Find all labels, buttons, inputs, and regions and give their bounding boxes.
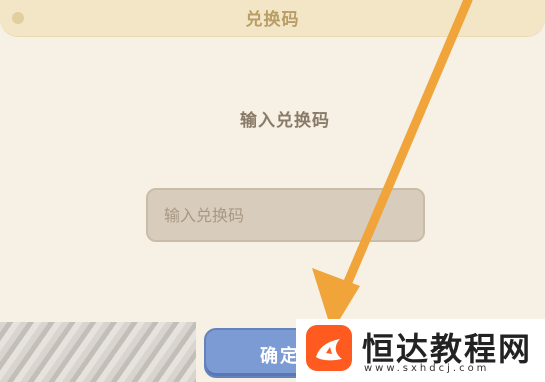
site-logo-icon (306, 325, 352, 371)
site-url: www.sxhdcj.com (364, 363, 490, 374)
site-watermark: 恒达教程网 www.sxhdcj.com (296, 319, 545, 382)
